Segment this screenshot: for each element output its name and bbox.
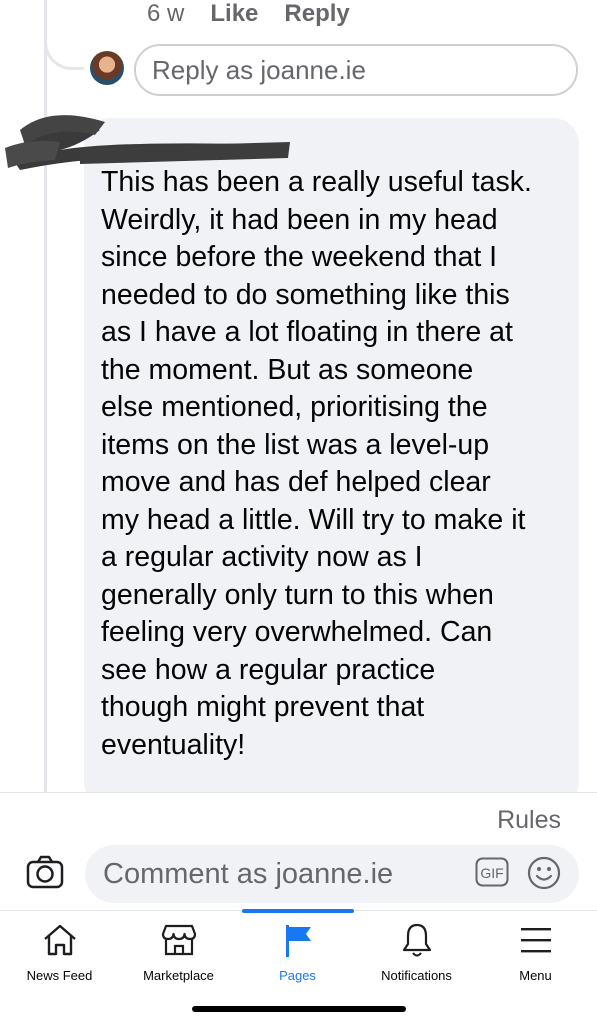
tab-label: Notifications [381, 968, 452, 983]
reply-button[interactable]: Reply [284, 0, 349, 28]
rules-link[interactable]: Rules [497, 806, 561, 835]
flag-icon [285, 925, 311, 957]
comment-line: though might prevent that [101, 691, 425, 723]
comment-line: Weirdly, it had been in my head [101, 203, 498, 236]
tab-label: Marketplace [143, 968, 214, 983]
gif-label: GIF [480, 865, 503, 881]
comment-line: since before the weekend that I [101, 241, 498, 273]
tab-label: Menu [519, 968, 552, 983]
tab-notifications[interactable]: Notifications [357, 920, 476, 990]
comment-body: This has been a really useful task. Weird… [101, 164, 571, 764]
home-indicator [192, 1006, 406, 1012]
comment-line: eventuality! [101, 728, 246, 761]
tab-label: News Feed [26, 968, 93, 983]
camera-icon[interactable] [26, 853, 64, 891]
home-icon [43, 924, 76, 956]
tab-menu[interactable]: Menu [476, 920, 595, 990]
reply-input-placeholder: Reply as joanne.ie [152, 54, 366, 85]
comment-line: items on the list was a level-up [101, 428, 490, 461]
menu-icon [520, 928, 551, 953]
tab-pages[interactable]: Pages [238, 920, 357, 990]
like-button[interactable]: Like [210, 0, 258, 28]
active-tab-indicator [242, 909, 354, 913]
comment-line: else mentioned, prioritising the [101, 391, 488, 423]
comment-line: a regular activity now as I [101, 541, 423, 573]
comment-line: move and has def helped clear [101, 466, 491, 498]
tab-marketplace[interactable]: Marketplace [119, 920, 238, 990]
bell-icon [402, 923, 431, 957]
tab-news-feed[interactable]: News Feed [0, 920, 119, 990]
comment-line: my head a little. Will try to make it [101, 503, 526, 536]
comment-input-placeholder: Comment as joanne.ie [103, 857, 394, 890]
marketplace-icon [161, 924, 196, 956]
emoji-icon[interactable] [527, 856, 561, 890]
gif-icon[interactable]: GIF [475, 857, 509, 887]
thread-connector [44, 0, 84, 70]
tab-label: Pages [279, 968, 316, 983]
comment-line: This has been a really useful task. [101, 166, 532, 198]
comment-line: as I have a lot floating in there at [101, 316, 513, 348]
reply-input[interactable]: Reply as joanne.ie [134, 44, 578, 96]
comment-line: see how a regular practice [101, 653, 436, 686]
reply-meta-row: 6 w Like Reply [147, 0, 350, 28]
comment-line: feeling very overwhelmed. Can [101, 616, 493, 648]
reply-age: 6 w [147, 0, 185, 27]
comment-line: the moment. But as someone [101, 353, 474, 386]
comment-line: generally only turn to this when [101, 578, 494, 611]
avatar[interactable] [90, 51, 124, 85]
comment-line: needed to do something like this [101, 278, 510, 311]
